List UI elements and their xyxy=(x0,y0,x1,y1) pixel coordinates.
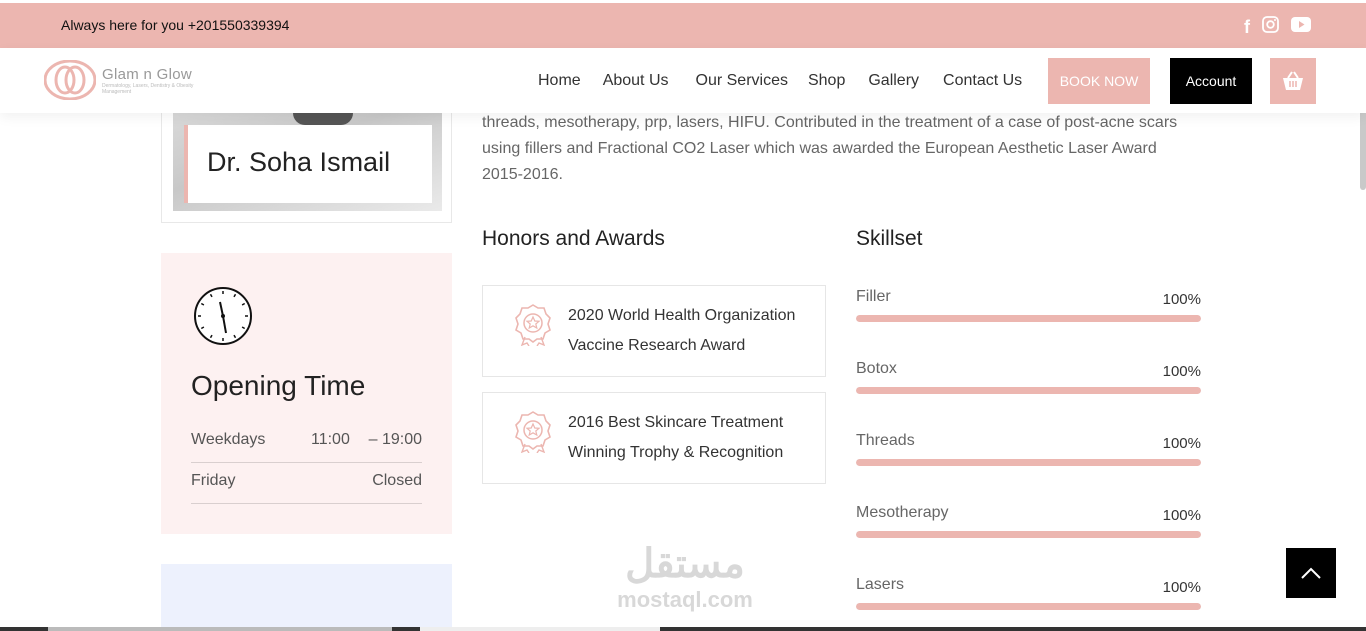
skill-bar xyxy=(856,387,1201,394)
chevron-up-icon xyxy=(1301,567,1321,579)
watermark-latin: mostaql.com xyxy=(617,587,753,612)
logo-mark-icon xyxy=(43,59,97,101)
logo-brand-text: Glam n Glow xyxy=(102,65,192,83)
skill-bar-fill xyxy=(856,531,1201,538)
doctor-name: Dr. Soha Ismail xyxy=(207,147,391,177)
opening-close: – 19:00 xyxy=(368,431,422,448)
bottom-strip xyxy=(0,627,1366,631)
skill-bar-fill xyxy=(856,603,1201,610)
skill-percent: 100% xyxy=(1162,507,1201,524)
doctor-bio-text: threads, mesotherapy, prp, lasers, HIFU.… xyxy=(482,114,1178,183)
nav-item-our-services[interactable]: Our Services xyxy=(696,72,788,90)
skill-name: Filler xyxy=(856,288,891,305)
award-badge-icon xyxy=(515,304,551,346)
opening-row-friday: Friday Closed xyxy=(191,463,422,504)
award-text: 2020 World Health Organization Vaccine R… xyxy=(568,307,796,354)
award-text: 2016 Best Skincare Treatment Winning Tro… xyxy=(568,414,784,461)
skill-percent: 100% xyxy=(1162,363,1201,380)
skill-percent: 100% xyxy=(1162,579,1201,596)
skill-name: Lasers xyxy=(856,576,905,593)
cart-button[interactable] xyxy=(1270,58,1316,104)
watermark: مستقل mostaql.com xyxy=(600,540,770,612)
nav-item-shop[interactable]: Shop xyxy=(808,72,845,90)
opening-day: Friday xyxy=(191,472,236,489)
social-links: f xyxy=(1244,16,1311,38)
skill-name: Mesotherapy xyxy=(856,504,949,521)
logo-tagline: Dermatology, Lasers, Dentistry & Obesity… xyxy=(102,82,194,95)
award-card: 2020 World Health Organization Vaccine R… xyxy=(482,285,826,377)
skill-bar-fill xyxy=(856,387,1201,394)
skill-bar-fill xyxy=(856,315,1201,322)
nav-item-about-us[interactable]: About Us xyxy=(603,72,669,90)
skill-botox: Botox 100% xyxy=(856,360,1201,408)
opening-day: Weekdays xyxy=(191,431,266,448)
opening-time-card: Opening Time Weekdays 11:00 – 19:00 Frid… xyxy=(161,253,452,534)
skill-percent: 100% xyxy=(1162,291,1201,308)
skill-bar xyxy=(856,459,1201,466)
info-card xyxy=(161,564,452,631)
instagram-icon[interactable] xyxy=(1262,16,1279,38)
facebook-icon[interactable]: f xyxy=(1244,18,1250,36)
skill-name: Botox xyxy=(856,360,897,377)
honors-title: Honors and Awards xyxy=(482,227,665,250)
skill-bar xyxy=(856,603,1201,610)
skill-bar-fill xyxy=(856,459,1201,466)
watermark-arabic: مستقل xyxy=(625,542,745,586)
nav-item-home[interactable]: Home xyxy=(538,72,581,90)
basket-icon xyxy=(1283,71,1303,90)
skill-name: Threads xyxy=(856,432,915,449)
nav-menu: Home About Us Our Services Shop Gallery … xyxy=(538,72,1022,90)
site-logo[interactable]: Glam n Glow Dermatology, Lasers, Dentist… xyxy=(43,59,197,101)
opening-time-title: Opening Time xyxy=(191,370,366,401)
skill-mesotherapy: Mesotherapy 100% xyxy=(856,504,1201,552)
nav-item-contact-us[interactable]: Contact Us xyxy=(943,72,1022,90)
youtube-icon[interactable] xyxy=(1291,17,1311,37)
main-navbar: Glam n Glow Dermatology, Lasers, Dentist… xyxy=(0,48,1366,113)
skill-bar xyxy=(856,315,1201,322)
skill-lasers: Lasers 100% xyxy=(856,576,1201,624)
opening-close: Closed xyxy=(372,472,422,489)
back-to-top-button[interactable] xyxy=(1286,548,1336,598)
nav-item-gallery[interactable]: Gallery xyxy=(868,72,919,90)
clock-icon xyxy=(194,287,252,345)
award-card: 2016 Best Skincare Treatment Winning Tro… xyxy=(482,392,826,484)
opening-open: 11:00 xyxy=(311,431,350,448)
skillset-title: Skillset xyxy=(856,227,923,250)
contact-phone[interactable]: Always here for you +201550339394 xyxy=(61,17,289,33)
top-bar: Always here for you +201550339394 f xyxy=(0,3,1366,48)
book-now-button[interactable]: BOOK NOW xyxy=(1048,58,1150,104)
award-badge-icon xyxy=(515,411,551,453)
doctor-card: Dr. Soha Ismail xyxy=(161,113,452,223)
account-button[interactable]: Account xyxy=(1170,58,1252,104)
opening-row-weekdays: Weekdays 11:00 – 19:00 xyxy=(191,422,422,463)
skill-filler: Filler 100% xyxy=(856,288,1201,336)
skill-percent: 100% xyxy=(1162,435,1201,452)
skill-threads: Threads 100% xyxy=(856,432,1201,480)
skill-bar xyxy=(856,531,1201,538)
